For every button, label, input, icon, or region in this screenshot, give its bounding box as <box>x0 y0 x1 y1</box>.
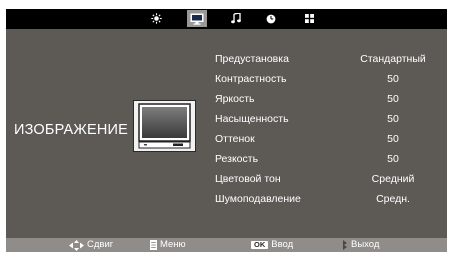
ok-badge: OK <box>251 241 269 249</box>
setting-value: Средн. <box>376 193 410 205</box>
hint-bar: Сдвиг Меню OK Ввод Выход <box>6 238 447 252</box>
setting-row-saturation[interactable]: Насыщенность 50 <box>215 109 445 129</box>
setting-label: Шумоподавление <box>215 193 301 205</box>
hint-exit: Выход <box>342 238 379 252</box>
menu-tab-bar <box>6 9 447 29</box>
setting-value: 50 <box>387 93 399 105</box>
setting-row-preset[interactable]: Предустановка Стандартный <box>215 49 445 69</box>
hint-enter: OK Ввод <box>251 238 293 252</box>
sound-note-icon[interactable] <box>226 10 246 27</box>
setting-label: Контрастность <box>215 73 287 85</box>
setting-label: Резкость <box>215 153 259 165</box>
options-icon[interactable] <box>299 10 319 27</box>
time-clock-icon[interactable] <box>261 10 281 27</box>
setting-row-sharpness[interactable]: Резкость 50 <box>215 149 445 169</box>
picture-tv-icon[interactable] <box>187 10 207 27</box>
exit-icon <box>342 240 348 250</box>
setting-row-hue[interactable]: Оттенок 50 <box>215 129 445 149</box>
section-title: ИЗОБРАЖЕНИЕ <box>14 122 129 138</box>
hint-menu-label: Меню <box>160 239 186 250</box>
osd-menu: ИЗОБРАЖЕНИЕ Предустановка Стандартный Ко… <box>6 9 447 252</box>
setting-row-brightness[interactable]: Яркость 50 <box>215 89 445 109</box>
setting-value: 50 <box>387 113 399 125</box>
hint-enter-label: Ввод <box>271 239 294 250</box>
screen-frame: ИЗОБРАЖЕНИЕ Предустановка Стандартный Ко… <box>0 0 454 258</box>
setting-label: Предустановка <box>215 53 289 65</box>
hint-move: Сдвиг <box>69 238 113 252</box>
hint-menu: Меню <box>150 238 186 252</box>
brightness-sun-icon[interactable] <box>146 10 166 27</box>
setting-row-contrast[interactable]: Контрастность 50 <box>215 69 445 89</box>
setting-row-noise-reduction[interactable]: Шумоподавление Средн. <box>215 189 445 209</box>
setting-label: Яркость <box>215 93 255 105</box>
setting-value: 50 <box>387 133 399 145</box>
dpad-arrows-icon <box>69 239 84 251</box>
setting-label: Оттенок <box>215 133 255 145</box>
picture-settings-list: Предустановка Стандартный Контрастность … <box>215 49 445 209</box>
setting-value: Средний <box>371 173 415 185</box>
setting-value: Стандартный <box>360 53 426 65</box>
ok-key-icon: OK <box>251 241 269 249</box>
hint-exit-label: Выход <box>351 239 380 250</box>
menu-icon <box>150 240 157 250</box>
setting-label: Цветовой тон <box>215 173 281 185</box>
setting-row-color-temp[interactable]: Цветовой тон Средний <box>215 169 445 189</box>
setting-value: 50 <box>387 73 399 85</box>
hint-move-label: Сдвиг <box>87 239 114 250</box>
setting-value: 50 <box>387 153 399 165</box>
tv-screen-icon <box>133 100 196 152</box>
setting-label: Насыщенность <box>215 113 289 125</box>
